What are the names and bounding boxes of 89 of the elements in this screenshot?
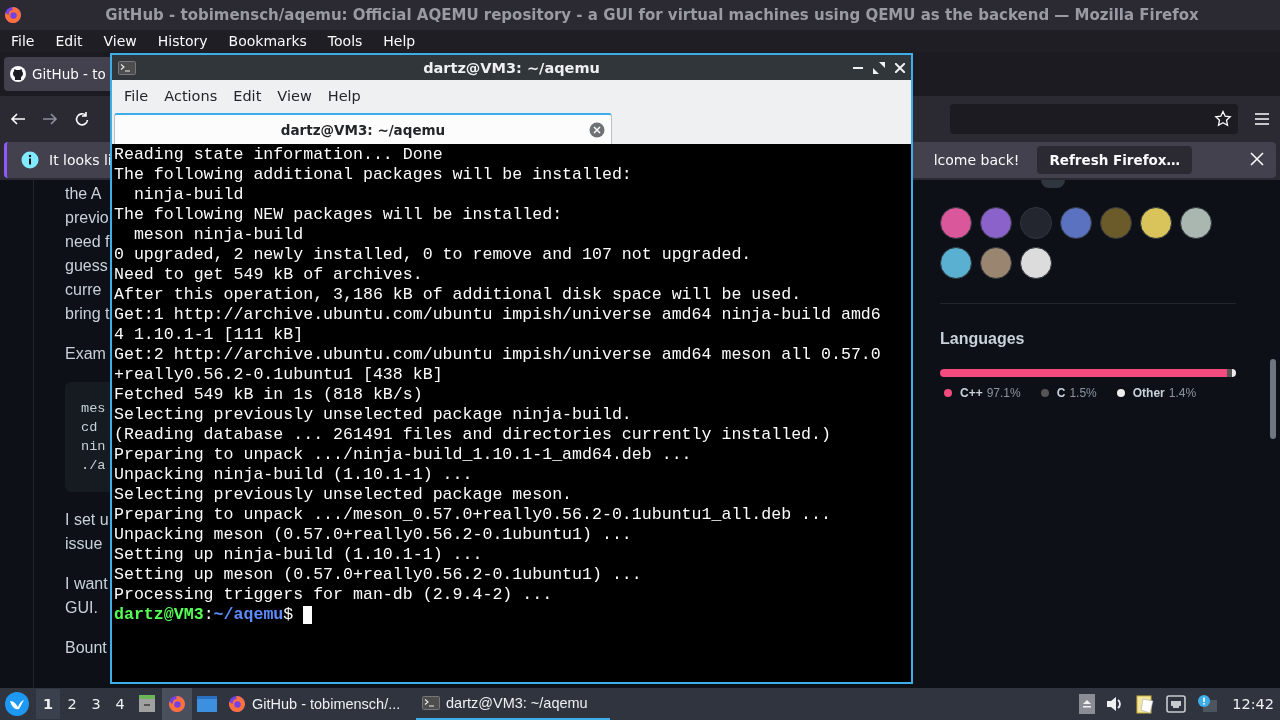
menu-item[interactable]: Help: [319, 88, 369, 104]
forward-arrow-icon[interactable]: [42, 111, 58, 127]
terminal-line: Need to get 549 kB of archives.: [114, 265, 424, 285]
contributor-avatar[interactable]: [1140, 207, 1172, 239]
notification-text: lcome back!: [933, 152, 1020, 168]
menu-item[interactable]: Help: [376, 33, 423, 49]
terminal-line: 0 upgraded, 2 newly installed, 0 to remove and 107 not upgraded.: [114, 245, 753, 265]
terminal-icon: [422, 696, 440, 710]
taskbar-task[interactable]: GitHub - tobimensch/...: [222, 688, 416, 720]
terminal-line: Setting up ninja-build (1.10.1-1) ...: [114, 545, 484, 565]
paragraph-text: the A: [65, 184, 102, 204]
menu-item[interactable]: Tools: [320, 33, 370, 49]
terminal-line: Reading state information... Done: [114, 145, 444, 165]
clock[interactable]: 12:42: [1232, 696, 1274, 712]
clipboard-icon[interactable]: [1135, 694, 1156, 714]
workspace-button[interactable]: 3: [84, 689, 108, 719]
close-tab-icon[interactable]: [589, 122, 605, 138]
terminal-line: 4 1.10.1-1 [111 kB]: [114, 325, 305, 345]
terminal-line: Get:2 http://archive.ubuntu.com/ubuntu impish/universe amd64 meson all 0.57.0: [114, 345, 882, 365]
terminal-line: The following NEW packages will be installed:: [114, 205, 564, 225]
paragraph-text: Exam: [65, 344, 106, 364]
terminal-line: Unpacking ninja-build (1.10.1-1) ...: [114, 465, 474, 485]
menu-item[interactable]: Bookmarks: [221, 33, 314, 49]
menu-item[interactable]: Edit: [225, 88, 270, 104]
menu-item[interactable]: File: [116, 88, 157, 104]
terminal-line: Unpacking meson (0.57.0+really0.56.2-0.1ubuntu1) ...: [114, 525, 633, 545]
file-cabinet-icon[interactable]: [137, 694, 157, 714]
terminal-line: ninja-build: [132, 185, 245, 205]
workspace-button[interactable]: 2: [60, 689, 84, 719]
language-label[interactable]: Other 1.4%: [1132, 386, 1197, 400]
contributor-avatar[interactable]: [1020, 247, 1052, 279]
paragraph-text: bring t: [65, 304, 110, 324]
paragraph-text: I set u: [65, 510, 109, 530]
notification-text: It looks li: [49, 152, 112, 168]
menu-icon[interactable]: [1254, 112, 1270, 126]
firefox-logo-icon: [4, 6, 22, 24]
notification-icon[interactable]: [1197, 694, 1218, 714]
network-icon[interactable]: [1166, 695, 1187, 713]
terminal-line: Processing triggers for man-db (2.9.4-2) ...: [114, 585, 554, 605]
menu-item[interactable]: View: [96, 33, 144, 49]
terminal-line: +really0.56.2-0.1ubuntu1 [438 kB]: [114, 365, 444, 385]
paragraph-text: issue: [65, 534, 103, 554]
workspace-button[interactable]: 4: [108, 689, 132, 719]
menu-item[interactable]: Edit: [48, 33, 90, 49]
terminal-line: The following additional packages will be installed:: [114, 165, 633, 185]
terminal-line: Get:1 http://archive.ubuntu.com/ubuntu impish/universe amd64 ninja-build amd6: [114, 305, 882, 325]
contributor-avatar[interactable]: [1180, 207, 1212, 239]
window-icon[interactable]: [197, 695, 217, 713]
eject-icon[interactable]: [1079, 694, 1096, 714]
menu-item[interactable]: Actions: [156, 88, 226, 104]
paragraph-text: curre: [65, 280, 102, 300]
terminal-icon: [118, 60, 136, 75]
window-title: dartz@VM3: ~/aqemu: [423, 59, 600, 76]
firefox-logo-icon[interactable]: [167, 694, 187, 714]
language-label[interactable]: C 1.5%: [1056, 386, 1097, 400]
shell-prompt: dartz@VM3:~/aqemu$: [114, 605, 295, 625]
workspace-button[interactable]: 1: [36, 689, 60, 719]
star-icon[interactable]: [1214, 110, 1232, 128]
start-menu-icon[interactable]: [4, 691, 30, 717]
maximize-icon[interactable]: [873, 61, 885, 74]
browser-tab[interactable]: GitHub - to: [4, 57, 110, 91]
terminal-line: Fetched 549 kB in 1s (818 kB/s): [114, 385, 424, 405]
terminal-line: After this operation, 3,186 kB of additional disk space will be used.: [114, 285, 803, 305]
paragraph-text: I want: [65, 574, 108, 594]
terminal-tab[interactable]: dartz@VM3: ~/aqemu: [114, 113, 612, 144]
cursor: [303, 606, 313, 624]
info-icon: [21, 151, 39, 169]
scrollbar[interactable]: [1270, 359, 1276, 439]
reload-icon[interactable]: [74, 111, 90, 127]
window-title: GitHub - tobimensch/aqemu: Official AQEMU repository - a GUI for virtual machines using QEMU as the backend — Mozilla Firefox: [105, 6, 1199, 24]
terminal-line: meson ninja-build: [132, 225, 305, 245]
menu-item[interactable]: View: [269, 88, 320, 104]
refresh-button[interactable]: Refresh Firefox…: [1037, 146, 1192, 174]
section-heading: Languages: [940, 329, 1026, 349]
paragraph-text: guess: [65, 256, 108, 276]
contributor-avatar[interactable]: [940, 247, 972, 279]
terminal-line: Setting up meson (0.57.0+really0.56.2-0.1ubuntu1) ...: [114, 565, 643, 585]
menu-item[interactable]: File: [4, 33, 42, 49]
github-logo-icon: [10, 66, 26, 82]
menu-item[interactable]: History: [150, 33, 215, 49]
terminal-line: Preparing to unpack .../meson_0.57.0+really0.56.2-0.1ubuntu1_all.deb ...: [114, 505, 832, 525]
close-icon[interactable]: [895, 62, 905, 73]
firefox-logo-icon: [228, 695, 246, 713]
paragraph-text: Bount: [65, 638, 107, 658]
paragraph-text: GUI.: [65, 598, 98, 618]
language-label[interactable]: C++ 97.1%: [960, 386, 1021, 400]
paragraph-text: previo: [65, 208, 109, 228]
paragraph-text: need f: [65, 232, 110, 252]
back-arrow-icon[interactable]: [10, 111, 26, 127]
